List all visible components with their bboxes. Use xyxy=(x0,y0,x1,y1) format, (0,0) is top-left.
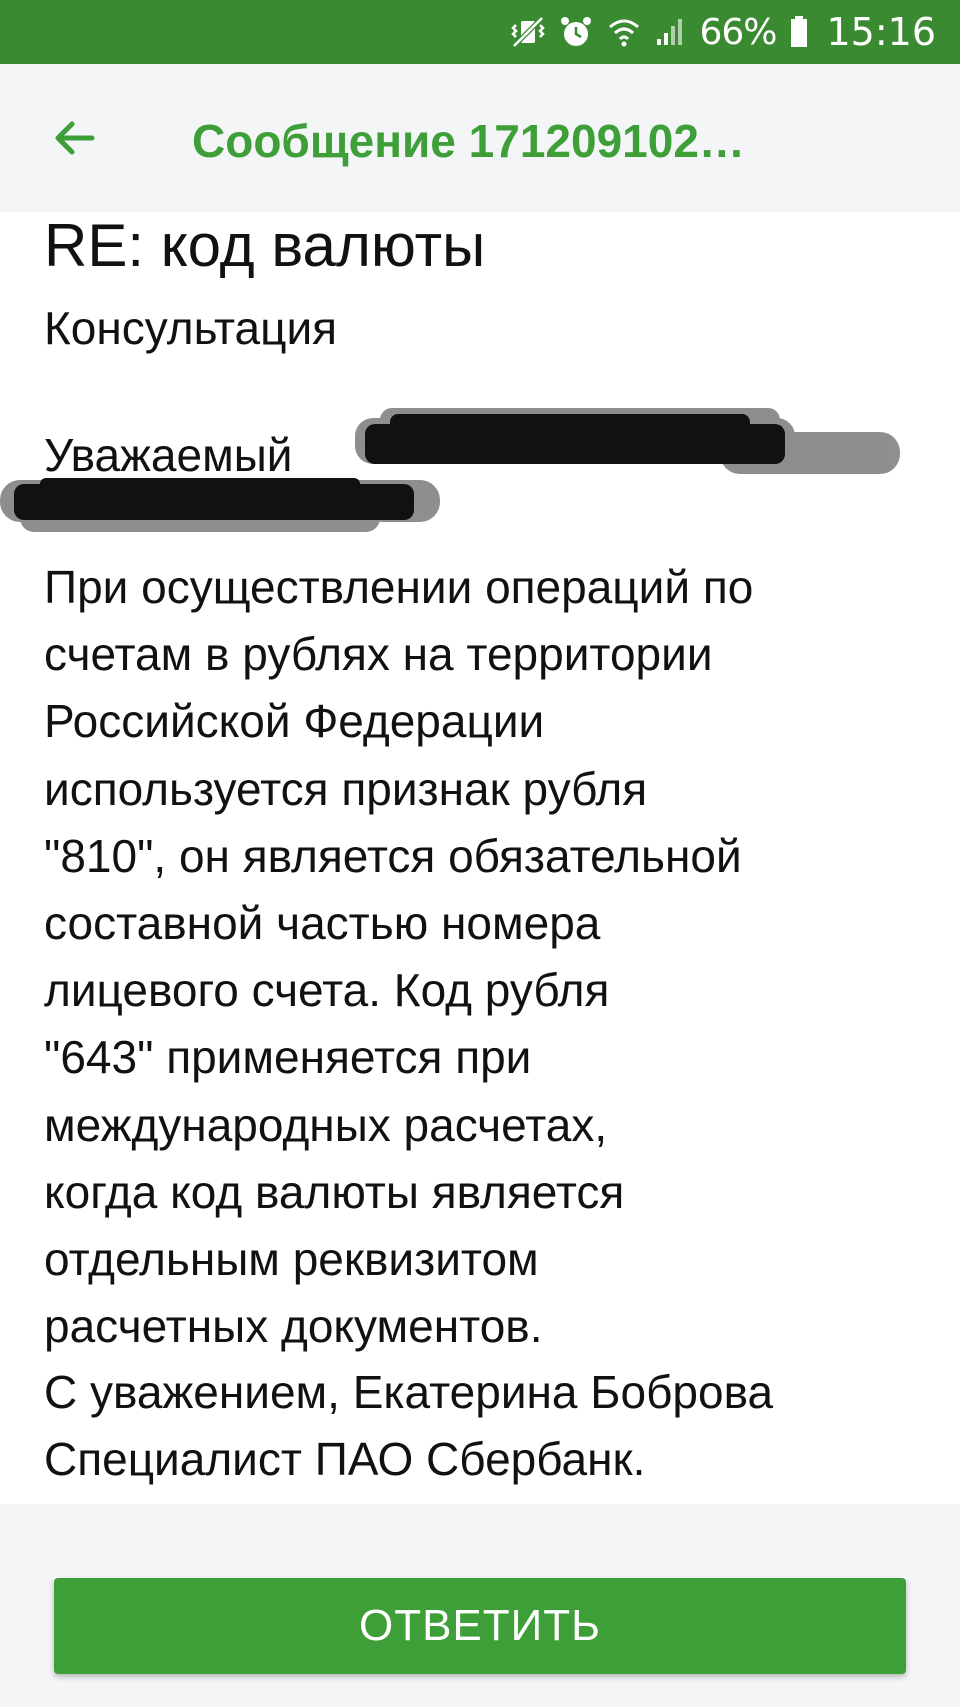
body-line: используется признак рубля xyxy=(44,762,648,815)
arrow-left-icon xyxy=(55,121,95,155)
redaction-scribble xyxy=(0,408,900,532)
battery-icon xyxy=(790,16,808,48)
body-line: счетам в рублях на территории xyxy=(44,628,713,681)
body-line: "810", он является обязательной xyxy=(44,829,742,882)
vibrate-mute-icon xyxy=(511,15,546,49)
signature-line: Специалист ПАО Сбербанк. xyxy=(44,1433,646,1486)
body-line: лицевого счета. Код рубля xyxy=(44,964,610,1017)
status-time: 15:16 xyxy=(826,10,936,54)
message-content: RE: код валюты Консультация Уважаемый Пр… xyxy=(0,212,960,1504)
body-line: Российской Федерации xyxy=(44,695,545,748)
body-line: составной частью номера xyxy=(44,897,601,950)
message-signature: С уважением, Екатерина Боброва Специалис… xyxy=(44,1359,944,1493)
page-title: Сообщение 171209102… xyxy=(192,115,745,167)
message-subject: RE: код валюты xyxy=(44,212,486,279)
message-body: При осуществлении операций по счетам в р… xyxy=(44,554,944,1360)
message-category: Консультация xyxy=(44,302,338,354)
alarm-icon xyxy=(559,15,593,49)
body-line: отдельным реквизитом xyxy=(44,1233,539,1286)
app-bar: Сообщение 171209102… xyxy=(0,64,960,212)
body-line: международных расчетах, xyxy=(44,1098,608,1151)
battery-percentage: 66% xyxy=(699,11,777,53)
signature-line: С уважением, Екатерина Боброва xyxy=(44,1366,774,1418)
reply-button[interactable]: ОТВЕТИТЬ xyxy=(54,1578,906,1674)
back-button[interactable] xyxy=(44,108,104,168)
body-line: "643" применяется при xyxy=(44,1031,532,1084)
signal-icon xyxy=(655,17,685,47)
body-line: При осуществлении операций по xyxy=(44,561,754,613)
body-line: когда код валюты является xyxy=(44,1165,625,1218)
status-bar: 66% 15:16 xyxy=(0,0,960,64)
wifi-icon xyxy=(607,15,641,49)
body-line: расчетных документов. xyxy=(44,1300,543,1353)
bottom-action-area: ОТВЕТИТЬ xyxy=(0,1504,960,1707)
